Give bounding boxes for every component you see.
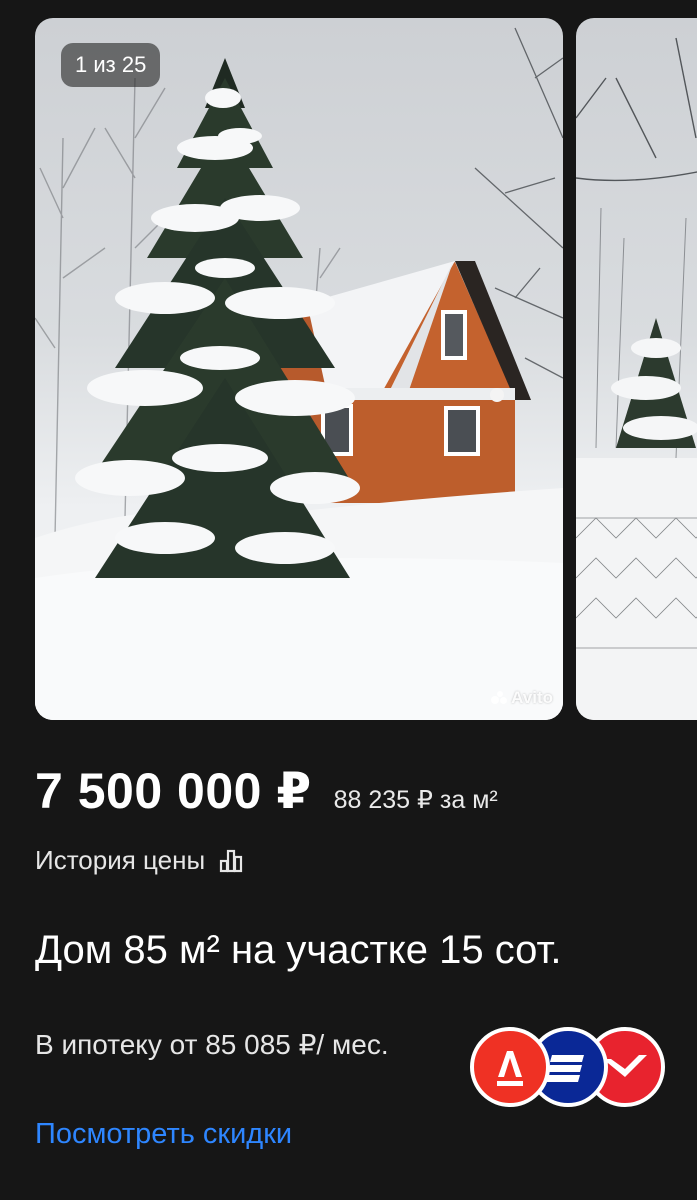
- listing-price: 7 500 000 ₽: [35, 763, 312, 819]
- price-per-square-meter: 88 235 ₽ за м²: [333, 786, 498, 814]
- bar-chart-icon: [220, 849, 243, 872]
- price-history-label: История цены: [35, 845, 206, 875]
- photo-gallery[interactable]: 1 из 25 Avito: [0, 0, 697, 740]
- listing-title: Дом 85 м² на участке 15 сот.: [35, 928, 562, 972]
- listing-photo-next[interactable]: [576, 18, 697, 720]
- avito-logo-icon: [491, 691, 509, 705]
- price-history-link[interactable]: История цены: [35, 845, 245, 876]
- mortgage-offer-text: В ипотеку от 85 085 ₽/ мес.: [35, 1029, 389, 1060]
- avito-watermark-text: Avito: [511, 688, 553, 707]
- photo-counter-badge: 1 из 25: [61, 43, 161, 87]
- house-photo-image: [35, 27, 563, 720]
- view-discounts-link[interactable]: Посмотреть скидки: [35, 1118, 292, 1151]
- next-photo-image: [576, 37, 697, 720]
- partner-banks[interactable]: [470, 1027, 665, 1107]
- avito-watermark: Avito: [491, 688, 553, 708]
- alfa-bank-icon: [470, 1027, 550, 1107]
- listing-photo-main[interactable]: 1 из 25 Avito: [35, 18, 563, 720]
- price-row: 7 500 000 ₽ 88 235 ₽ за м²: [35, 762, 498, 820]
